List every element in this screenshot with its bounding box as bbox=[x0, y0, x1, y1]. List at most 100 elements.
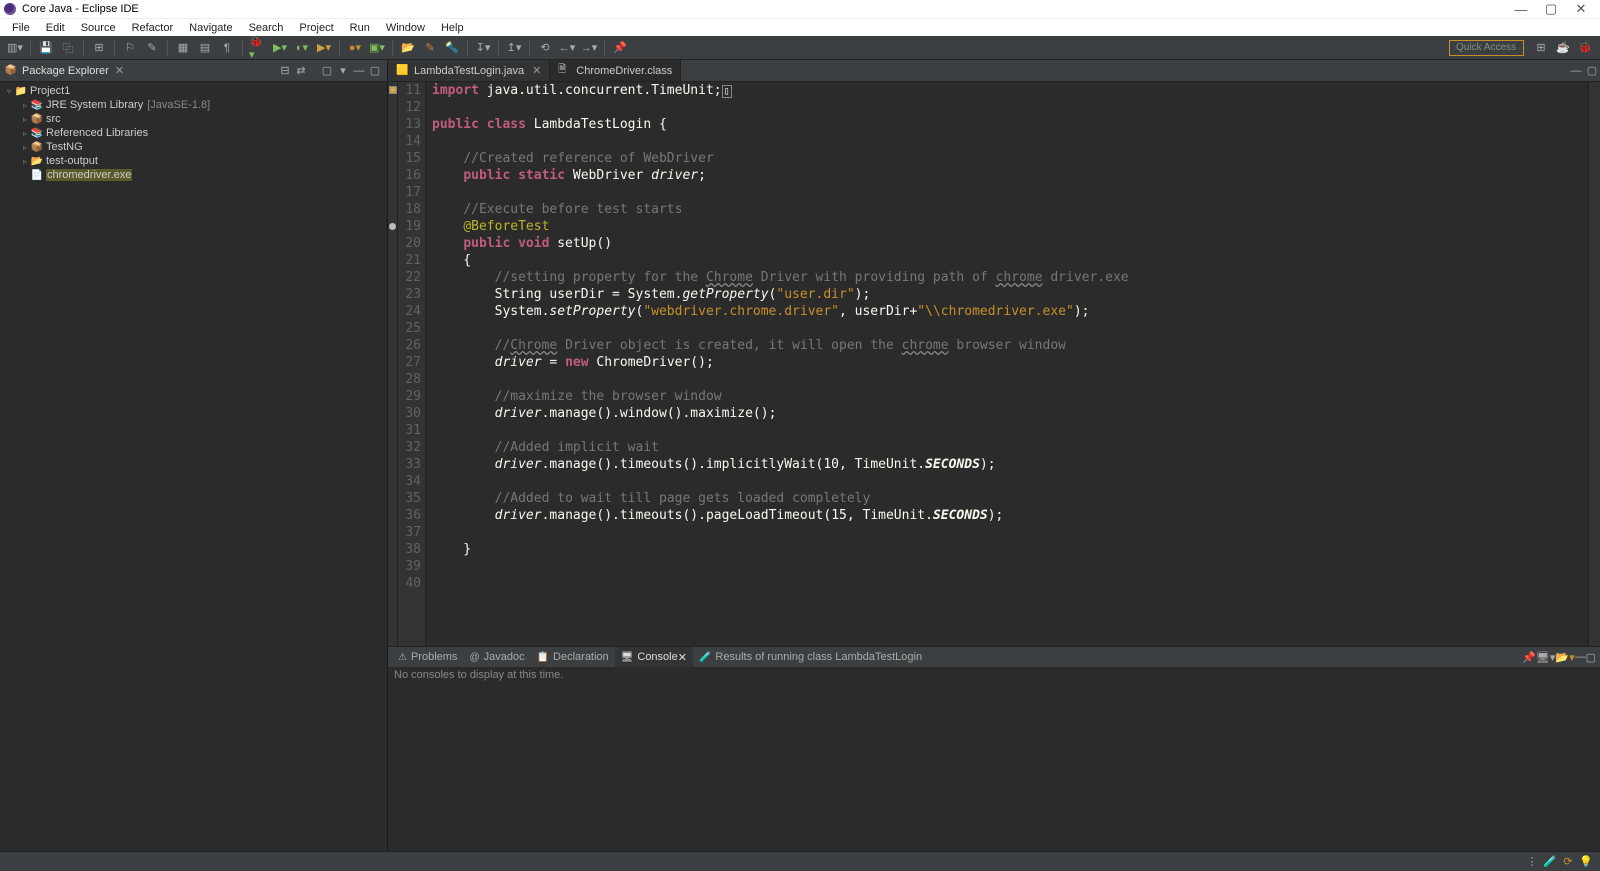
tree-arrow-icon[interactable]: ▹ bbox=[20, 129, 30, 138]
tree-arrow-icon[interactable]: ▹ bbox=[20, 157, 30, 166]
editor-tab[interactable]: 🟨LambdaTestLogin.java✕ bbox=[388, 60, 550, 81]
save-icon[interactable]: 💾 bbox=[37, 40, 55, 56]
tree-item[interactable]: ▹📦src bbox=[0, 112, 387, 126]
quick-access-input[interactable]: Quick Access bbox=[1449, 40, 1524, 56]
menu-navigate[interactable]: Navigate bbox=[181, 22, 240, 34]
tree-node-label: test-output bbox=[46, 155, 98, 167]
new-java-class-icon[interactable]: ●▾ bbox=[346, 40, 364, 56]
package-explorer-close-icon[interactable]: ✕ bbox=[115, 64, 124, 77]
close-bottom-tab-icon[interactable]: ✕ bbox=[678, 651, 687, 664]
build-all-icon[interactable]: ▦ bbox=[174, 40, 192, 56]
last-edit-icon[interactable]: ⟲ bbox=[536, 40, 554, 56]
save-all-icon[interactable]: ⿻ bbox=[59, 40, 77, 56]
tree-item[interactable]: ▹📂test-output bbox=[0, 154, 387, 168]
menu-refactor[interactable]: Refactor bbox=[124, 22, 182, 34]
wand-icon[interactable]: ✎ bbox=[143, 40, 161, 56]
package-explorer-tree[interactable]: ▿📁Project1▹📚JRE System Library[JavaSE-1.… bbox=[0, 82, 387, 851]
window-minimize-button[interactable]: — bbox=[1506, 2, 1536, 17]
link-editor-icon[interactable]: ⇄ bbox=[293, 64, 309, 77]
menu-edit[interactable]: Edit bbox=[38, 22, 73, 34]
menu-file[interactable]: File bbox=[4, 22, 38, 34]
overview-ruler[interactable] bbox=[1588, 82, 1600, 646]
new-icon[interactable]: ▥▾ bbox=[6, 40, 24, 56]
open-console-icon[interactable]: 📂▾ bbox=[1555, 651, 1574, 664]
next-annotation-icon[interactable]: ↧▾ bbox=[474, 40, 492, 56]
maximize-console-icon[interactable]: ▢ bbox=[1586, 651, 1596, 664]
bottom-tab-icon: 🧪 bbox=[699, 652, 711, 663]
maximize-view-icon[interactable]: ▢ bbox=[367, 64, 383, 77]
close-tab-icon[interactable]: ✕ bbox=[532, 64, 541, 77]
window-restore-button[interactable]: ▢ bbox=[1536, 1, 1566, 17]
tree-arrow-icon[interactable]: ▹ bbox=[20, 143, 30, 152]
skip-breakpoints-icon[interactable]: ⚐ bbox=[121, 40, 139, 56]
editor-tab-label: ChromeDriver.class bbox=[576, 65, 672, 77]
tree-arrow-icon[interactable]: ▹ bbox=[20, 101, 30, 110]
trim-vertical-dots-icon[interactable]: ⋮ bbox=[1524, 855, 1540, 868]
minimize-console-icon[interactable]: — bbox=[1575, 651, 1586, 663]
menu-run[interactable]: Run bbox=[342, 22, 378, 34]
back-icon[interactable]: ←▾ bbox=[558, 40, 576, 56]
menu-search[interactable]: Search bbox=[241, 22, 292, 34]
tree-arrow-icon[interactable]: ▿ bbox=[4, 87, 14, 96]
bottom-tab[interactable]: @Javadoc bbox=[463, 647, 530, 667]
status-trimbar: ⋮ 🧪 ⟳ 💡 bbox=[0, 851, 1600, 871]
tree-item[interactable]: ▹📚Referenced Libraries bbox=[0, 126, 387, 140]
tree-node-label: TestNG bbox=[46, 141, 83, 153]
open-type-icon[interactable]: 📂 bbox=[399, 40, 417, 56]
editor-tabs: 🟨LambdaTestLogin.java✕ 🗎 ChromeDriver.clas… bbox=[388, 60, 1600, 82]
minimize-view-icon[interactable]: — bbox=[351, 65, 367, 77]
display-selected-console-icon[interactable]: 🖥▾ bbox=[1536, 651, 1556, 664]
run-icon[interactable]: ▶▾ bbox=[271, 40, 289, 56]
sections-icon[interactable]: ▤ bbox=[196, 40, 214, 56]
debug-perspective-icon[interactable]: 🐞 bbox=[1576, 40, 1594, 56]
tip-icon[interactable]: 💡 bbox=[1578, 855, 1594, 868]
tree-item[interactable]: ▿📁Project1 bbox=[0, 84, 387, 98]
tree-item[interactable]: ▹📦TestNG bbox=[0, 140, 387, 154]
menu-help[interactable]: Help bbox=[433, 22, 472, 34]
bottom-tab[interactable]: 📋Declaration bbox=[531, 647, 615, 667]
tree-node-icon: 📂 bbox=[30, 156, 44, 167]
maximize-editor-icon[interactable]: ▢ bbox=[1584, 60, 1600, 81]
tree-node-icon: 📚 bbox=[30, 128, 44, 139]
tree-node-icon: 📦 bbox=[30, 114, 44, 125]
minimize-editor-icon[interactable]: — bbox=[1568, 60, 1584, 81]
tree-item[interactable]: 📄chromedriver.exe bbox=[0, 168, 387, 182]
collapse-all-icon[interactable]: ⊟ bbox=[277, 64, 293, 77]
menu-source[interactable]: Source bbox=[73, 22, 124, 34]
bottom-tab[interactable]: ⚠Problems bbox=[392, 647, 463, 667]
menu-project[interactable]: Project bbox=[291, 22, 341, 34]
toggle-breadcrumb-icon[interactable]: ⊞ bbox=[90, 40, 108, 56]
updates-icon[interactable]: ⟳ bbox=[1560, 855, 1576, 868]
open-task-icon[interactable]: ✎ bbox=[421, 40, 439, 56]
tree-node-icon: 📄 bbox=[30, 170, 44, 181]
view-menu-icon[interactable]: ▾ bbox=[335, 64, 351, 77]
package-explorer-icon: 📦 bbox=[4, 64, 18, 78]
window-close-button[interactable]: ✕ bbox=[1566, 1, 1596, 17]
forward-icon[interactable]: →▾ bbox=[580, 40, 598, 56]
code-editor[interactable]: + 11121314151617181920212223242526272829… bbox=[388, 82, 1600, 646]
prev-annotation-icon[interactable]: ↥▾ bbox=[505, 40, 523, 56]
file-type-icon: 🟨 bbox=[396, 65, 410, 76]
search-icon[interactable]: 🔦 bbox=[443, 40, 461, 56]
tree-node-label: JRE System Library bbox=[46, 99, 143, 111]
main-toolbar: ▥▾ 💾 ⿻ ⊞ ⚐ ✎ ▦ ▤ ¶ 🐞▾ ▶▾ ◐▾ ▶▾ ●▾ ▣▾ 📂 ✎… bbox=[0, 36, 1600, 60]
pin-editor-icon[interactable]: 📌 bbox=[611, 40, 629, 56]
coverage-icon[interactable]: ◐▾ bbox=[293, 40, 311, 56]
pin-console-icon[interactable]: 📌 bbox=[1522, 651, 1536, 664]
bottom-tab[interactable]: 🖥Console ✕ bbox=[615, 647, 693, 667]
file-type-icon: 🗎 bbox=[558, 62, 572, 79]
external-tools-icon[interactable]: ▶▾ bbox=[315, 40, 333, 56]
java-perspective-icon[interactable]: ☕ bbox=[1554, 40, 1572, 56]
bottom-tab[interactable]: 🧪Results of running class LambdaTestLogi… bbox=[693, 647, 928, 667]
samples-icon[interactable]: 🧪 bbox=[1542, 855, 1558, 868]
focus-task-icon[interactable]: ▢ bbox=[319, 64, 335, 77]
new-java-package-icon[interactable]: ▣▾ bbox=[368, 40, 386, 56]
open-perspective-icon[interactable]: ⊞ bbox=[1532, 40, 1550, 56]
tree-item[interactable]: ▹📚JRE System Library[JavaSE-1.8] bbox=[0, 98, 387, 112]
editor-tab[interactable]: 🗎 ChromeDriver.class bbox=[550, 60, 681, 81]
paragraph-icon[interactable]: ¶ bbox=[218, 40, 236, 56]
debug-icon[interactable]: 🐞▾ bbox=[249, 40, 267, 56]
eclipse-app-icon bbox=[4, 3, 16, 15]
menu-window[interactable]: Window bbox=[378, 22, 433, 34]
tree-arrow-icon[interactable]: ▹ bbox=[20, 115, 30, 124]
